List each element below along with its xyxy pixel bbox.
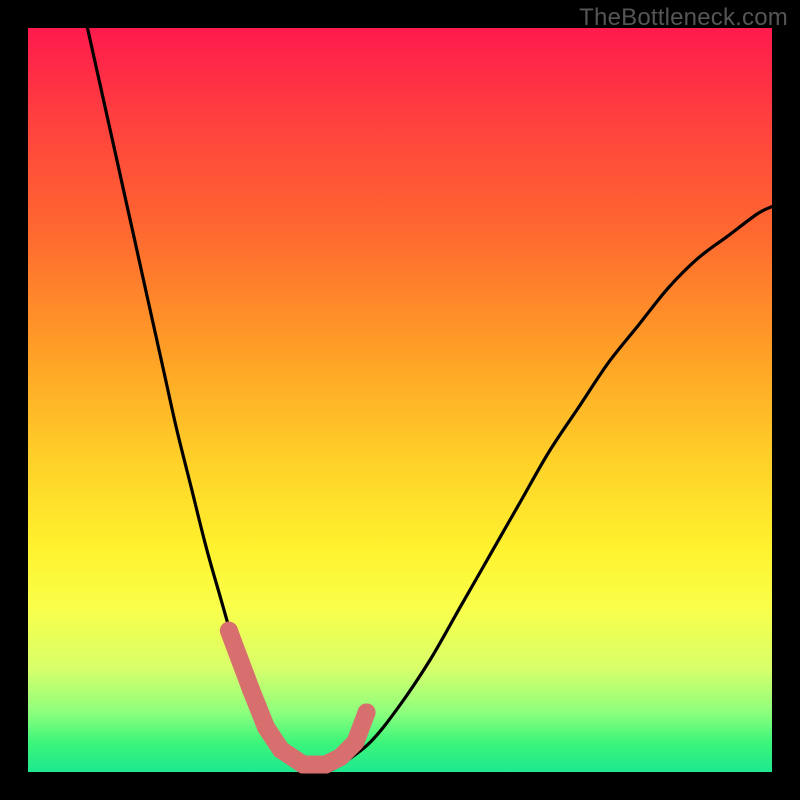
outer-frame: TheBottleneck.com	[0, 0, 800, 800]
bottleneck-curve-svg	[28, 28, 772, 772]
marker-dot	[358, 703, 376, 721]
optimal-range-markers	[220, 622, 376, 765]
bottleneck-curve	[88, 28, 773, 773]
marker-dot	[220, 622, 238, 640]
plot-area	[28, 28, 772, 772]
watermark-text: TheBottleneck.com	[579, 4, 788, 32]
marker-segment	[229, 631, 251, 691]
